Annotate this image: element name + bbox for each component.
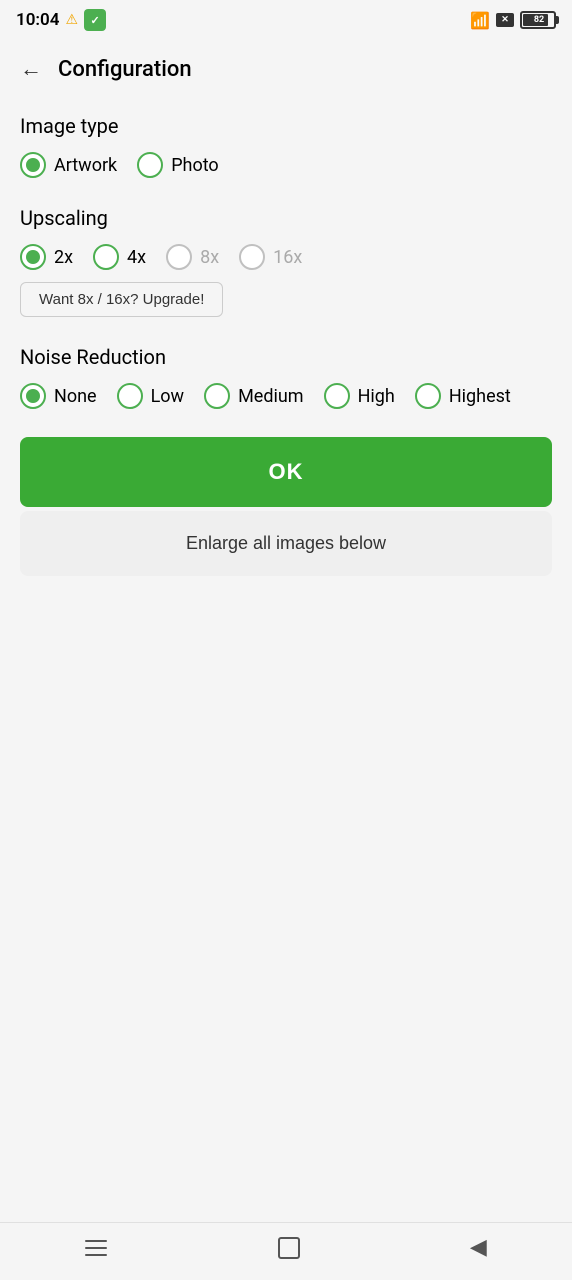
radio-2x[interactable]: 2x	[20, 244, 73, 270]
bottom-nav: ◀	[0, 1222, 572, 1280]
radio-highest-outer	[415, 383, 441, 409]
enlarge-button[interactable]: Enlarge all images below	[20, 511, 552, 576]
back-button[interactable]: ←	[16, 52, 46, 86]
page-title: Configuration	[58, 57, 192, 82]
alert-icon: ⚠	[65, 12, 78, 28]
menu-line-2	[85, 1247, 107, 1249]
status-left: 10:04 ⚠ ✓	[16, 9, 106, 31]
noise-reduction-label: Noise Reduction	[20, 345, 552, 369]
radio-none[interactable]: None	[20, 383, 97, 409]
radio-8x-outer	[166, 244, 192, 270]
radio-medium-label: Medium	[238, 386, 304, 407]
radio-4x-label: 4x	[127, 247, 146, 268]
radio-none-inner	[26, 389, 40, 403]
menu-line-3	[85, 1254, 107, 1256]
status-time: 10:04	[16, 10, 59, 30]
radio-none-label: None	[54, 386, 97, 407]
radio-2x-label: 2x	[54, 247, 73, 268]
radio-high[interactable]: High	[324, 383, 395, 409]
app-icon: ✓	[84, 9, 106, 31]
radio-8x-label: 8x	[200, 247, 219, 268]
radio-photo[interactable]: Photo	[137, 152, 219, 178]
radio-photo-outer	[137, 152, 163, 178]
radio-16x-outer	[239, 244, 265, 270]
noise-reduction-section: Noise Reduction None Low Medium	[20, 345, 552, 409]
radio-16x[interactable]: 16x	[239, 244, 302, 270]
image-type-section: Image type Artwork Photo	[20, 114, 552, 178]
buttons-section: OK Enlarge all images below	[20, 437, 552, 576]
wifi-icon: 📶	[470, 11, 490, 30]
battery-box: 82	[520, 11, 556, 29]
radio-high-label: High	[358, 386, 395, 407]
menu-icon[interactable]	[85, 1240, 107, 1256]
noise-reduction-radio-group: None Low Medium High Highest	[20, 383, 552, 409]
radio-highest[interactable]: Highest	[415, 383, 511, 409]
radio-4x[interactable]: 4x	[93, 244, 146, 270]
signal-x-icon: ✕	[496, 13, 514, 27]
radio-medium[interactable]: Medium	[204, 383, 304, 409]
back-nav-icon[interactable]: ◀	[470, 1235, 487, 1260]
radio-artwork-label: Artwork	[54, 155, 117, 176]
radio-photo-label: Photo	[171, 155, 219, 176]
radio-low[interactable]: Low	[117, 383, 185, 409]
radio-8x[interactable]: 8x	[166, 244, 219, 270]
status-bar: 10:04 ⚠ ✓ 📶 ✕ 82	[0, 0, 572, 40]
radio-medium-outer	[204, 383, 230, 409]
battery-indicator: 82	[520, 11, 556, 29]
status-right: 📶 ✕ 82	[470, 11, 556, 30]
menu-line-1	[85, 1240, 107, 1242]
upscaling-radio-group: 2x 4x 8x 16x	[20, 244, 552, 270]
radio-2x-outer	[20, 244, 46, 270]
upgrade-button[interactable]: Want 8x / 16x? Upgrade!	[20, 282, 223, 317]
ok-button[interactable]: OK	[20, 437, 552, 507]
upscaling-section: Upscaling 2x 4x 8x 16x	[20, 206, 552, 317]
radio-none-outer	[20, 383, 46, 409]
upscaling-label: Upscaling	[20, 206, 552, 230]
radio-artwork-outer	[20, 152, 46, 178]
radio-low-label: Low	[151, 386, 185, 407]
radio-16x-label: 16x	[273, 247, 302, 268]
image-type-radio-group: Artwork Photo	[20, 152, 552, 178]
radio-2x-inner	[26, 250, 40, 264]
radio-low-outer	[117, 383, 143, 409]
radio-high-outer	[324, 383, 350, 409]
battery-level: 82	[523, 15, 555, 25]
radio-4x-outer	[93, 244, 119, 270]
home-icon[interactable]	[278, 1237, 300, 1259]
radio-artwork-inner	[26, 158, 40, 172]
radio-artwork[interactable]: Artwork	[20, 152, 117, 178]
radio-highest-label: Highest	[449, 386, 511, 407]
image-type-label: Image type	[20, 114, 552, 138]
header: ← Configuration	[0, 40, 572, 98]
main-content: Image type Artwork Photo Upscaling	[0, 98, 572, 1222]
